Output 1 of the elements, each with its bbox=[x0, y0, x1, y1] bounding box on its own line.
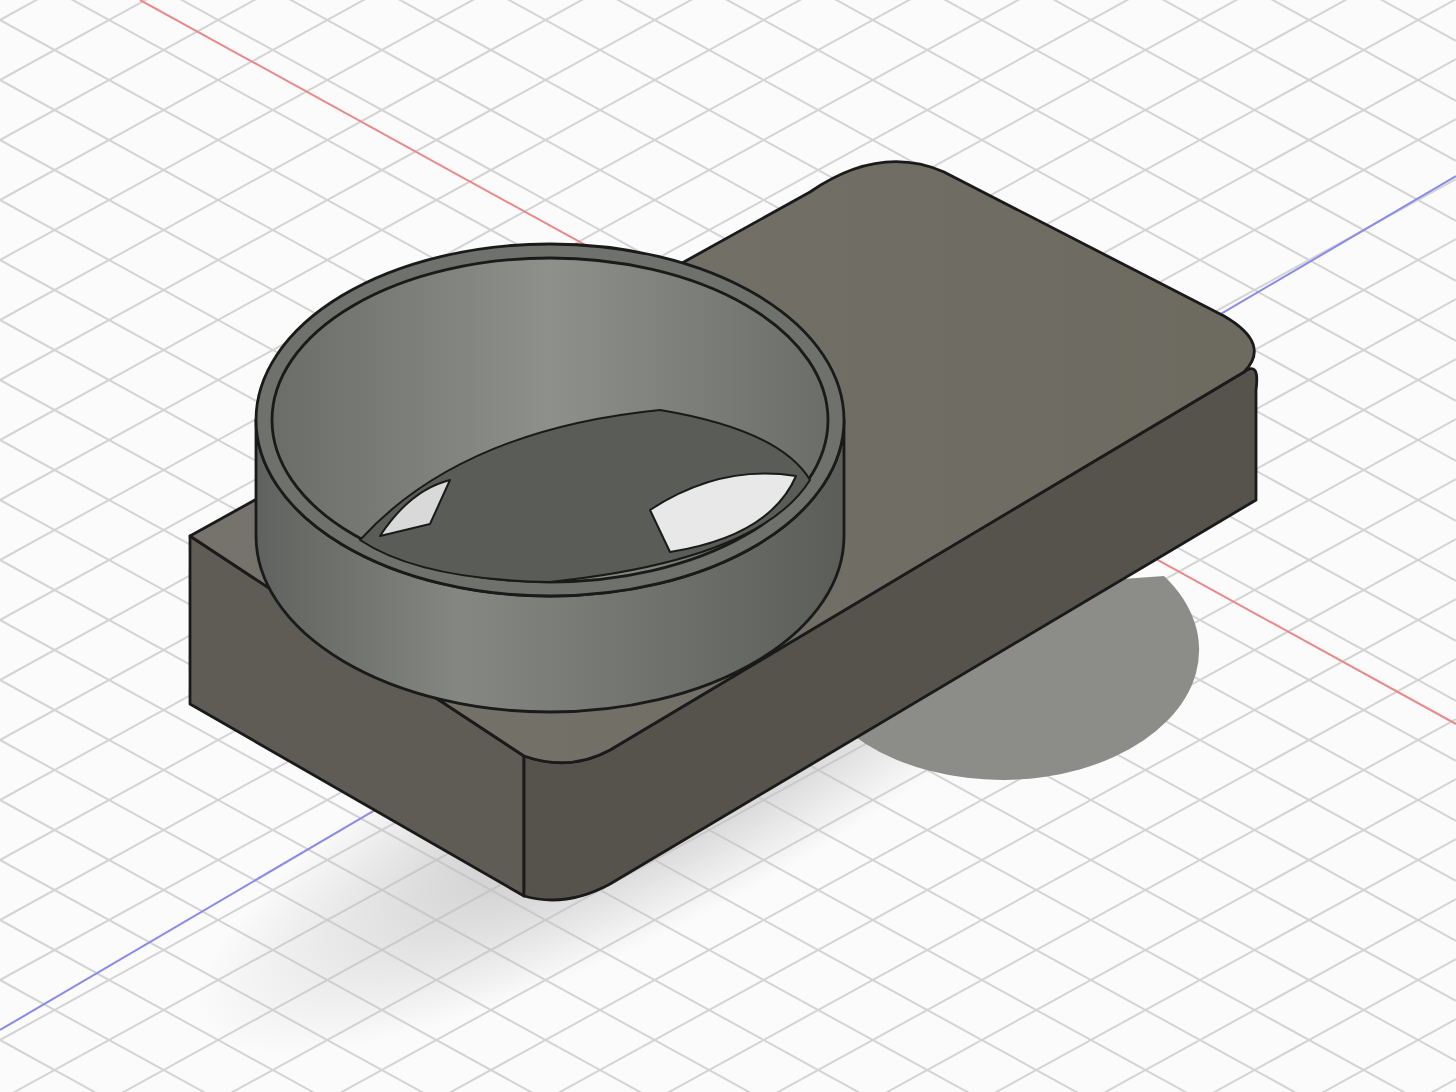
cad-model-drawing[interactable] bbox=[188, 160, 1259, 902]
